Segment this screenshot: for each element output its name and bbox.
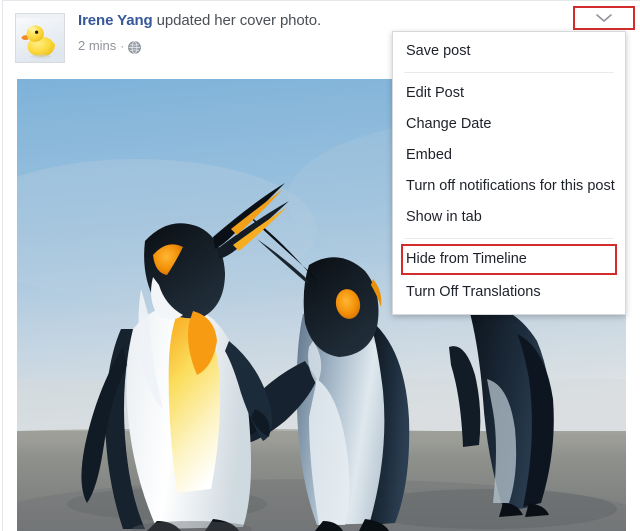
menu-item-change-date[interactable]: Change Date <box>393 109 625 140</box>
menu-item-edit-post[interactable]: Edit Post <box>393 78 625 109</box>
globe-icon[interactable] <box>128 40 142 54</box>
menu-separator <box>404 238 614 239</box>
menu-item-hide-from-timeline[interactable]: Hide from Timeline <box>401 244 617 275</box>
menu-item-turn-off-translations[interactable]: Turn Off Translations <box>393 277 625 308</box>
avatar[interactable] <box>15 13 65 63</box>
post-options-menu[interactable]: Save post Edit Post Change Date Embed Tu… <box>392 31 626 315</box>
menu-group: Edit Post Change Date Embed Turn off not… <box>393 78 625 233</box>
menu-item-show-in-tab[interactable]: Show in tab <box>393 202 625 233</box>
menu-item-embed[interactable]: Embed <box>393 140 625 171</box>
menu-item-save-post[interactable]: Save post <box>393 36 625 67</box>
rubber-duck-avatar-icon <box>16 14 64 62</box>
post-timestamp[interactable]: 2 mins <box>78 38 116 54</box>
post-action-text: updated her cover photo. <box>152 12 322 29</box>
screenshot-root: Irene Yang updated her cover photo. 2 mi… <box>0 0 640 531</box>
chevron-down-icon <box>595 13 613 23</box>
meta-separator: · <box>120 39 125 53</box>
menu-group: Save post <box>393 36 625 67</box>
menu-item-turn-off-notifications[interactable]: Turn off notifications for this post <box>393 171 625 202</box>
menu-group: Hide from Timeline Turn Off Translations <box>393 244 625 308</box>
globe-icon-glyph <box>128 40 142 54</box>
post-card: Irene Yang updated her cover photo. 2 mi… <box>2 0 640 531</box>
post-byline: Irene Yang updated her cover photo. <box>78 11 598 31</box>
menu-separator <box>404 72 614 73</box>
post-options-button[interactable] <box>573 6 635 30</box>
author-name[interactable]: Irene Yang <box>78 12 153 29</box>
